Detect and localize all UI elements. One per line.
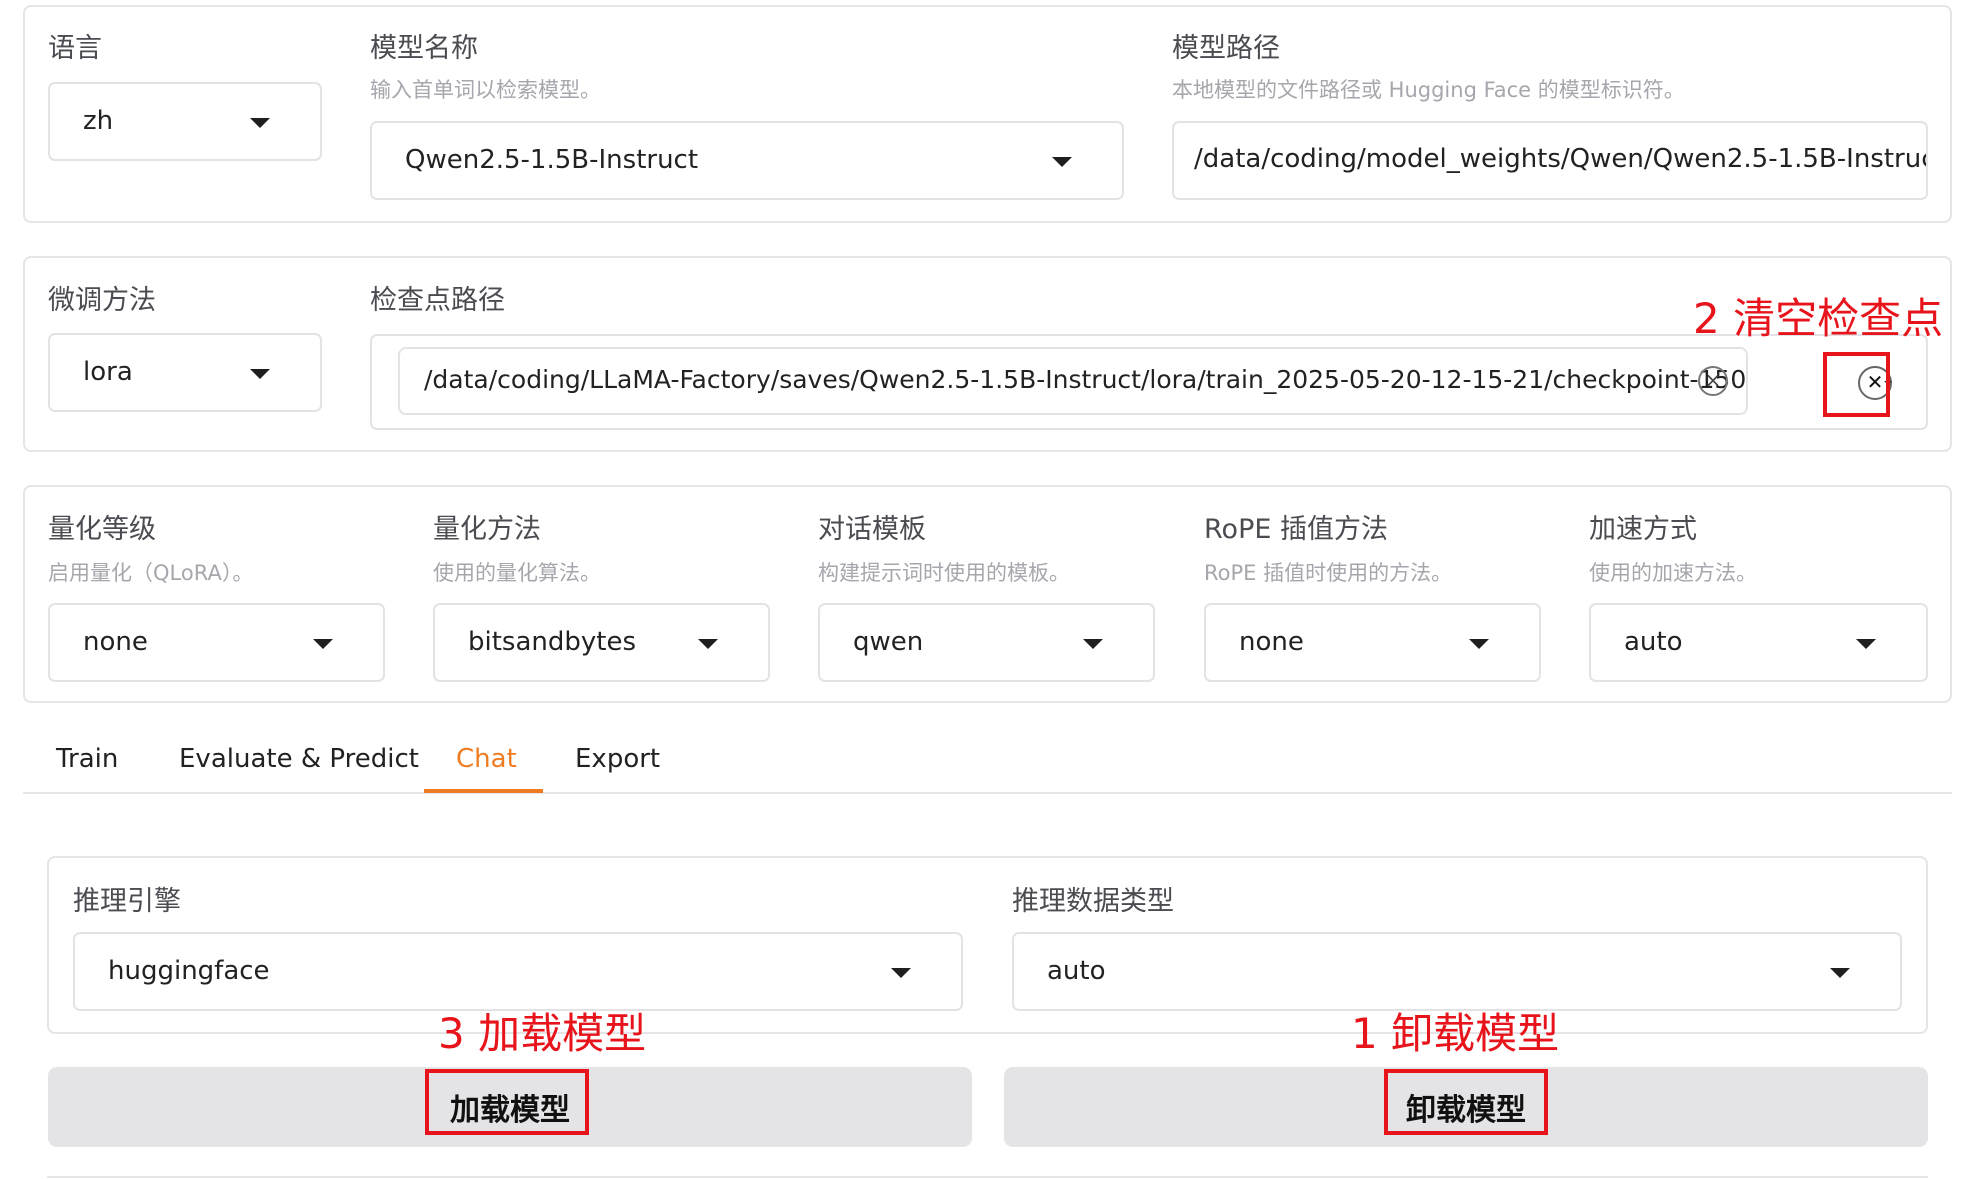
load-model-highlight — [425, 1069, 589, 1135]
checkpoint-path-label: 检查点路径 — [370, 285, 505, 316]
template-hint: 构建提示词时使用的模板。 — [818, 561, 1070, 585]
tab-train[interactable]: Train — [56, 744, 118, 774]
template-select[interactable]: qwen — [818, 603, 1155, 682]
model-name-label: 模型名称 — [370, 33, 478, 64]
model-path-input[interactable]: /data/coding/model_weights/Qwen/Qwen2.5-… — [1172, 121, 1928, 200]
quant-method-select[interactable]: bitsandbytes — [433, 603, 770, 682]
language-select[interactable]: zh — [48, 82, 322, 161]
template-value: qwen — [853, 627, 924, 657]
finetune-method-value: lora — [83, 357, 133, 387]
model-name-hint: 输入首单词以检索模型。 — [370, 78, 601, 102]
rope-scaling-select[interactable]: none — [1204, 603, 1541, 682]
chevron-down-icon — [250, 118, 270, 128]
booster-value: auto — [1624, 627, 1683, 657]
rope-scaling-hint: RoPE 插值时使用的方法。 — [1204, 561, 1453, 585]
rope-scaling-value: none — [1239, 627, 1304, 657]
chevron-down-icon — [1083, 639, 1103, 649]
unload-model-highlight — [1384, 1069, 1548, 1135]
chevron-down-icon — [1856, 639, 1876, 649]
model-path-label: 模型路径 — [1172, 33, 1280, 64]
infer-backend-value: huggingface — [108, 956, 270, 986]
tab-evaluate-predict[interactable]: Evaluate & Predict — [179, 744, 419, 774]
finetune-method-select[interactable]: lora — [48, 333, 322, 412]
chip-remove-icon[interactable]: × — [1698, 366, 1728, 396]
model-name-select[interactable]: Qwen2.5-1.5B-Instruct — [370, 121, 1124, 200]
booster-label: 加速方式 — [1589, 514, 1697, 545]
language-value: zh — [83, 106, 114, 136]
language-label: 语言 — [48, 33, 102, 64]
chevron-down-icon — [1052, 157, 1072, 167]
quant-bit-label: 量化等级 — [48, 514, 156, 545]
checkpoint-chip: /data/coding/LLaMA-Factory/saves/Qwen2.5… — [398, 347, 1748, 415]
checkpoint-path-multiselect[interactable]: /data/coding/LLaMA-Factory/saves/Qwen2.5… — [370, 334, 1928, 430]
quant-method-hint: 使用的量化算法。 — [433, 561, 601, 585]
chevron-down-icon — [250, 369, 270, 379]
infer-dtype-value: auto — [1047, 956, 1106, 986]
quant-method-label: 量化方法 — [433, 514, 541, 545]
template-label: 对话模板 — [818, 514, 926, 545]
chevron-down-icon — [1830, 968, 1850, 978]
finetune-method-label: 微调方法 — [48, 285, 156, 316]
chevron-down-icon — [698, 639, 718, 649]
quant-bit-value: none — [83, 627, 148, 657]
chevron-down-icon — [313, 639, 333, 649]
clear-checkpoint-highlight — [1823, 352, 1890, 417]
quant-method-value: bitsandbytes — [468, 627, 637, 657]
model-path-hint: 本地模型的文件路径或 Hugging Face 的模型标识符。 — [1172, 78, 1685, 102]
booster-hint: 使用的加速方法。 — [1589, 561, 1757, 585]
clear-checkpoint-annotation: 2 清空检查点 — [1693, 294, 1944, 343]
checkpoint-chip-text: /data/coding/LLaMA-Factory/saves/Qwen2.5… — [424, 365, 1747, 394]
tab-export[interactable]: Export — [575, 744, 660, 774]
rope-scaling-label: RoPE 插值方法 — [1204, 514, 1388, 545]
active-tab-underline — [424, 789, 543, 793]
chevron-down-icon — [1469, 639, 1489, 649]
chevron-down-icon — [891, 968, 911, 978]
quant-bit-hint: 启用量化（QLoRA）。 — [48, 561, 254, 585]
unload-model-annotation: 1 卸载模型 — [1351, 1009, 1560, 1058]
booster-select[interactable]: auto — [1589, 603, 1928, 682]
infer-dtype-label: 推理数据类型 — [1012, 886, 1174, 917]
load-model-annotation: 3 加载模型 — [438, 1009, 647, 1058]
tab-chat[interactable]: Chat — [456, 744, 517, 774]
tabs-divider — [23, 792, 1952, 794]
model-name-value: Qwen2.5-1.5B-Instruct — [405, 145, 699, 175]
quant-bit-select[interactable]: none — [48, 603, 385, 682]
infer-backend-label: 推理引擎 — [73, 886, 181, 917]
